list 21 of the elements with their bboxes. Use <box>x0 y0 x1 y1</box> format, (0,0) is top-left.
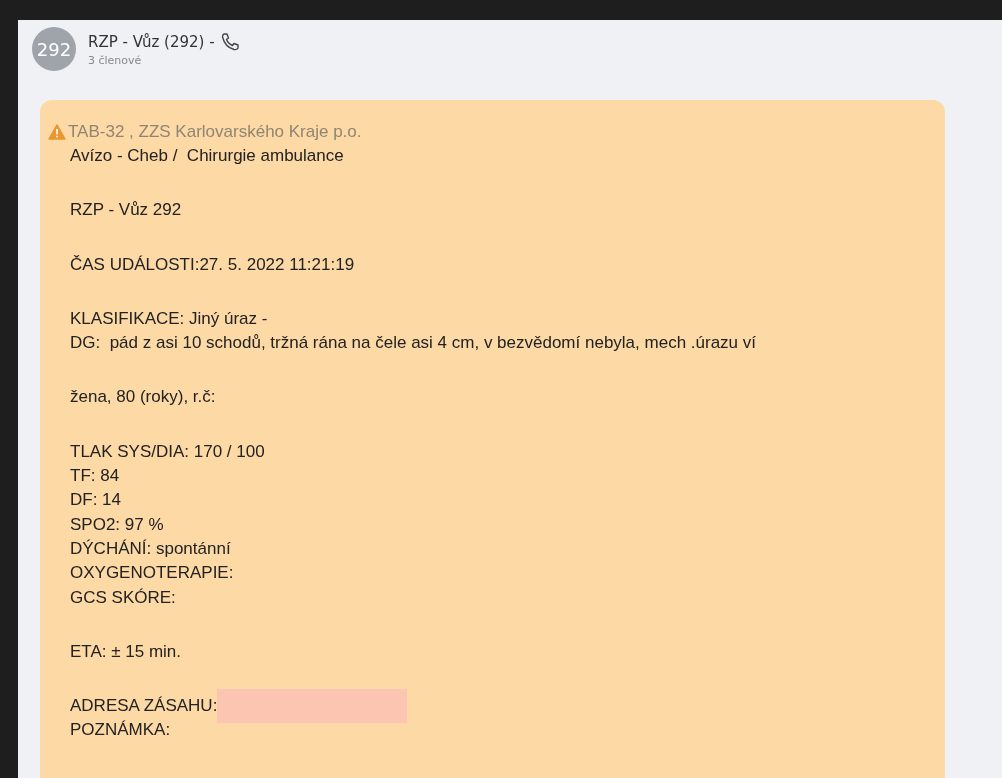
member-count: 3 členové <box>88 53 142 67</box>
message-text: POZNÁMKA: <box>70 719 171 742</box>
message-text: ČAS UDÁLOSTI:27. 5. 2022 11:21:19 <box>70 253 355 276</box>
chat-title: RZP - Vůz (292) - <box>88 32 215 51</box>
message-text: ETA: ± 15 min. <box>70 640 182 663</box>
message-text: DF: 14 <box>70 489 122 512</box>
message-text: žena, 80 (roky), r.č: <box>70 386 216 409</box>
message-text: DÝCHÁNÍ: spontánní <box>70 537 231 560</box>
message-text: TF: 84 <box>70 465 120 488</box>
message-text: OXYGENOTERAPIE: <box>70 562 234 585</box>
message-text: KLASIFIKACE: Jiný úraz - <box>70 307 268 330</box>
message-text: SPO2: 97 % <box>70 513 164 536</box>
message-text: DG: pád z asi 10 schodů, tržná rána na čele asi 4 cm, v bezvědomí nebyla, mech .úrazu ví <box>70 332 756 355</box>
message-text: GCS SKÓRE: <box>70 586 176 609</box>
sender-name: TAB-32 , ZZS Karlovarského Kraje p.o. <box>68 121 362 143</box>
message-text: ADRESA ZÁSAHU: <box>70 695 218 718</box>
group-avatar[interactable]: 292 <box>32 27 76 71</box>
message-text: RZP - Vůz 292 <box>70 199 182 222</box>
message-text: Avízo - Cheb / Chirurgie ambulance <box>70 145 344 167</box>
phone-icon[interactable] <box>219 31 240 52</box>
message-text: TLAK SYS/DIA: 170 / 100 <box>70 440 265 463</box>
